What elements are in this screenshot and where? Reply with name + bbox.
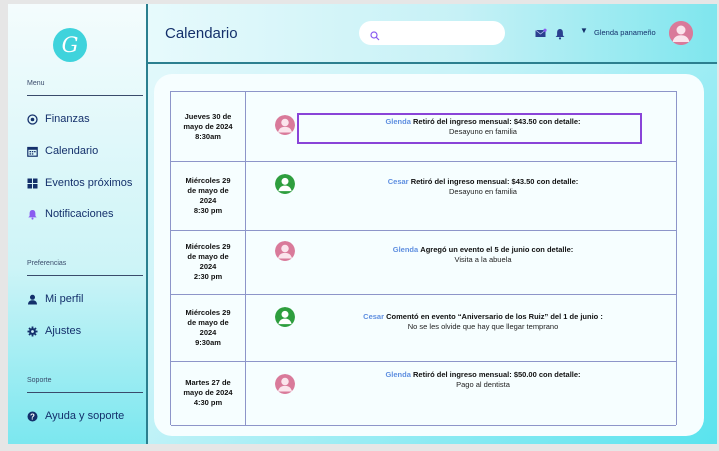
sidebar-item-label: Notificaciones bbox=[45, 208, 114, 220]
table-row[interactable]: Miércoles 29 de mayo de 2024 8:30 pm Ces… bbox=[171, 161, 676, 231]
row-actor[interactable]: Cesar bbox=[388, 177, 409, 186]
row-action: Retiró del ingreso mensual: $43.50 con d… bbox=[410, 177, 579, 186]
row-detail: Desayuno en familia bbox=[449, 187, 517, 196]
row-text: Glenda Agregó un evento el 5 de junio co… bbox=[295, 245, 671, 265]
sidebar-item-ajustes[interactable]: Ajustes bbox=[27, 325, 81, 337]
row-text: Cesar Retiró del ingreso mensual: $43.50… bbox=[295, 177, 671, 197]
row-date: Miércoles 29 de mayo de 2024 2:30 pm bbox=[171, 230, 246, 294]
sidebar-item-ayuda[interactable]: ? Ayuda y soporte bbox=[27, 410, 124, 422]
sidebar-item-notificaciones[interactable]: Notificaciones bbox=[27, 208, 113, 220]
sidebar-item-eventos-proximos[interactable]: Eventos próximos bbox=[27, 177, 132, 189]
page-title: Calendario bbox=[165, 25, 238, 42]
row-date: Martes 27 de mayo de 2024 4:30 pm bbox=[171, 361, 246, 425]
search-bar[interactable] bbox=[359, 21, 505, 45]
support-section-label: Soporte bbox=[27, 377, 52, 384]
sidebar-item-label: Eventos próximos bbox=[45, 177, 133, 189]
preferences-section-label: Preferencias bbox=[27, 260, 67, 267]
avatar-male bbox=[275, 174, 295, 194]
row-date: Jueves 30 de mayo de 2024 8:30am bbox=[171, 92, 246, 161]
bell-icon bbox=[27, 209, 38, 220]
row-actor[interactable]: Glenda bbox=[393, 245, 418, 254]
row-actor[interactable]: Glenda bbox=[385, 370, 410, 379]
sidebar-item-label: Ajustes bbox=[45, 325, 82, 337]
selection-highlight bbox=[297, 113, 642, 144]
row-actor[interactable]: Cesar bbox=[363, 312, 384, 321]
message-icon[interactable] bbox=[535, 27, 547, 39]
row-detail: No se les olvide que hay que llegar temp… bbox=[407, 322, 559, 331]
avatar-female bbox=[275, 241, 295, 261]
grid-icon bbox=[27, 178, 38, 189]
svg-text:?: ? bbox=[30, 412, 35, 421]
row-action: Comentó en evento “Aniversario de los Ru… bbox=[386, 312, 603, 321]
divider bbox=[27, 275, 143, 276]
sidebar: G Menu Finanzas Calendario Eventos próxi… bbox=[8, 4, 148, 444]
table-row[interactable]: Miércoles 29 de mayo de 2024 2:30 pm Gle… bbox=[171, 230, 676, 295]
row-action: Retiró del ingreso mensual: $50.00 con d… bbox=[412, 370, 581, 379]
sidebar-item-calendario[interactable]: Calendario bbox=[27, 145, 98, 157]
search-icon bbox=[370, 28, 380, 41]
avatar-female bbox=[275, 115, 295, 135]
divider bbox=[27, 392, 143, 393]
user-name[interactable]: Glenda panameño bbox=[594, 28, 656, 37]
row-date: Miércoles 29 de mayo de 2024 8:30 pm bbox=[171, 161, 246, 230]
divider bbox=[27, 95, 143, 96]
chevron-down-icon[interactable]: ▼ bbox=[580, 26, 588, 35]
calendar-icon bbox=[27, 146, 38, 157]
search-input[interactable] bbox=[384, 27, 505, 39]
app-logo[interactable]: G bbox=[53, 28, 87, 62]
avatar[interactable] bbox=[669, 21, 693, 45]
row-date: Miércoles 29 de mayo de 2024 9:30am bbox=[171, 294, 246, 361]
row-detail: Pago al dentista bbox=[456, 380, 510, 389]
row-text: Cesar Comentó en evento “Aniversario de … bbox=[295, 312, 671, 332]
help-icon: ? bbox=[27, 411, 38, 422]
sidebar-item-label: Finanzas bbox=[45, 113, 90, 125]
menu-section-label: Menu bbox=[27, 80, 45, 87]
sidebar-item-mi-perfil[interactable]: Mi perfil bbox=[27, 293, 84, 305]
avatar-female bbox=[275, 374, 295, 394]
table-row[interactable]: Martes 27 de mayo de 2024 4:30 pm Glenda… bbox=[171, 361, 676, 426]
table-row[interactable]: Miércoles 29 de mayo de 2024 9:30am Cesa… bbox=[171, 294, 676, 362]
sidebar-item-finanzas[interactable]: Finanzas bbox=[27, 113, 90, 125]
row-text: Glenda Retiró del ingreso mensual: $50.0… bbox=[295, 370, 671, 390]
sidebar-item-label: Mi perfil bbox=[45, 293, 84, 305]
sidebar-item-label: Ayuda y soporte bbox=[45, 410, 125, 422]
sidebar-item-label: Calendario bbox=[45, 145, 99, 157]
notification-bell-icon[interactable] bbox=[554, 27, 566, 40]
finance-icon bbox=[27, 113, 38, 125]
user-icon bbox=[27, 294, 38, 305]
avatar-male bbox=[275, 307, 295, 327]
row-action: Agregó un evento el 5 de junio con detal… bbox=[420, 245, 574, 254]
gear-icon bbox=[27, 326, 38, 337]
row-detail: Visita a la abuela bbox=[454, 255, 512, 264]
top-header: Calendario ▼ Glenda panameño bbox=[148, 4, 717, 64]
